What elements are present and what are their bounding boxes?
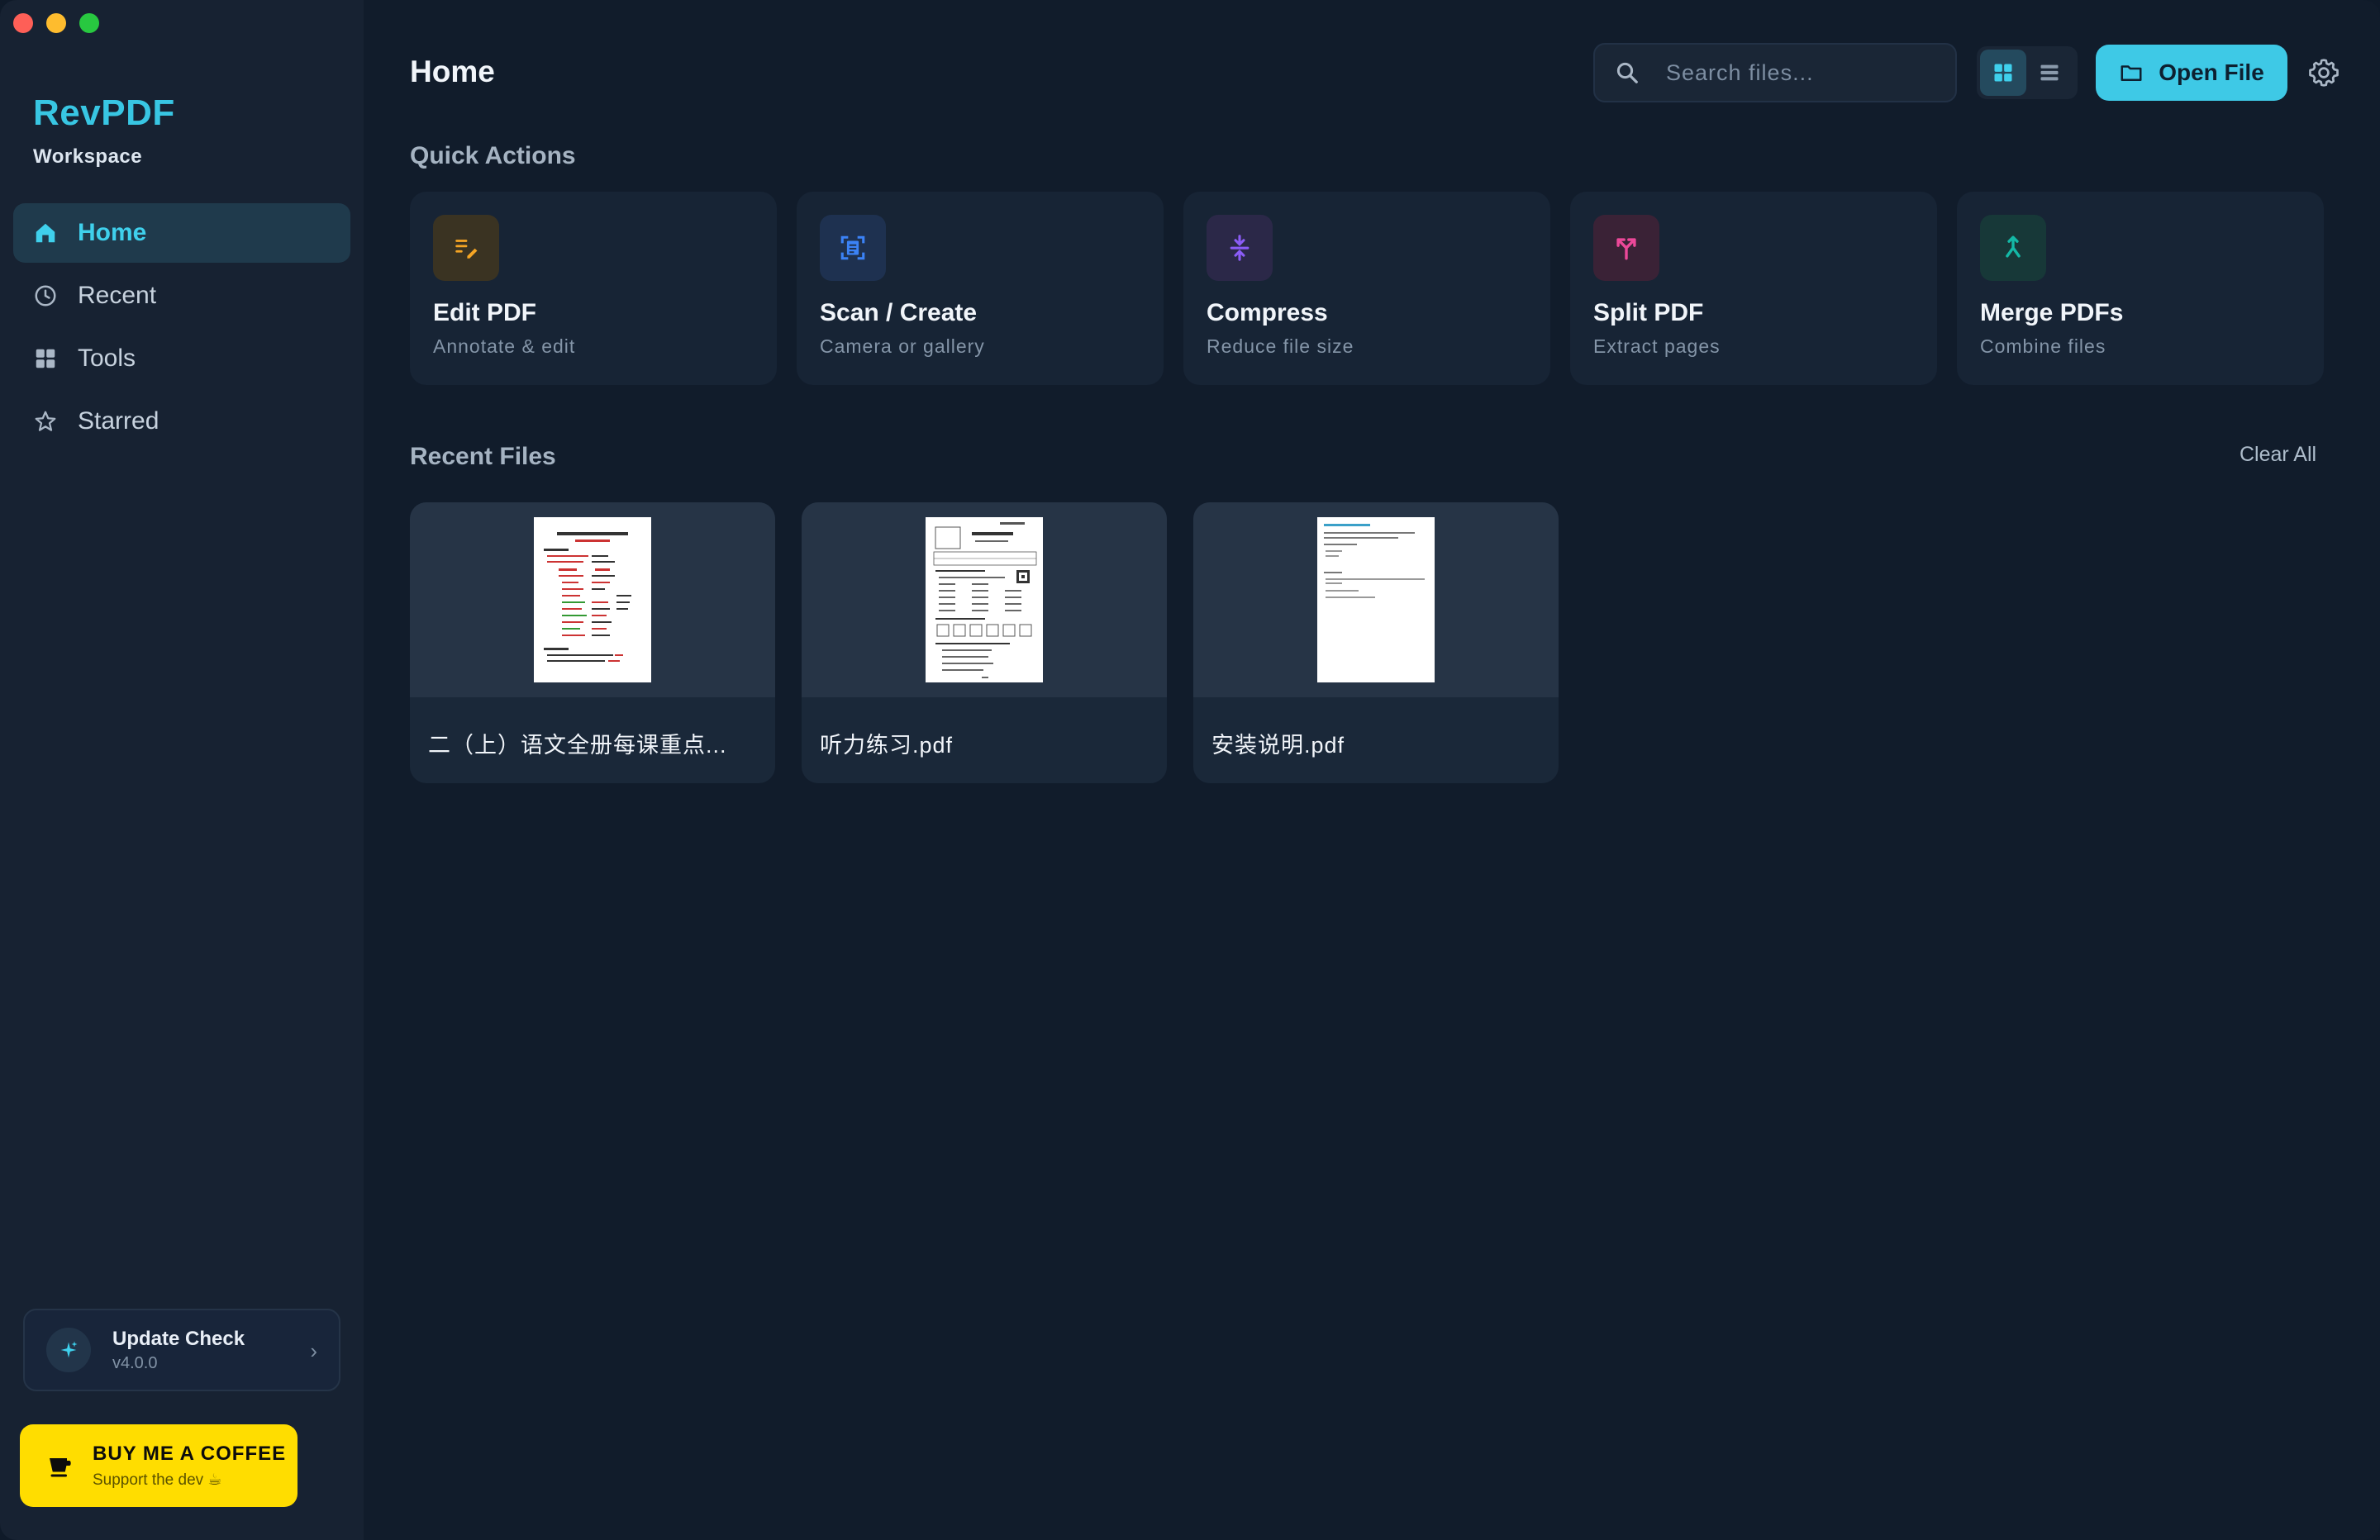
chevron-right-icon: › bbox=[310, 1338, 317, 1363]
quick-action-compress[interactable]: Compress Reduce file size bbox=[1183, 192, 1550, 385]
brand: RevPDF Workspace bbox=[33, 93, 175, 169]
sidebar-item-tools[interactable]: Tools bbox=[13, 329, 350, 388]
list-view-icon bbox=[2040, 64, 2059, 81]
quick-action-title: Split PDF bbox=[1593, 299, 1704, 326]
pdf-page-thumbnail bbox=[926, 517, 1043, 682]
folder-icon bbox=[2121, 65, 2142, 81]
home-icon bbox=[33, 221, 58, 245]
app-window: RevPDF Workspace Home Recent Tools Starr… bbox=[0, 0, 2380, 1540]
coffee-title: BUY ME A COFFEE bbox=[93, 1442, 287, 1465]
quick-action-title: Scan / Create bbox=[820, 299, 978, 326]
clear-all-button[interactable]: Clear All bbox=[2240, 443, 2316, 467]
search-icon bbox=[1616, 62, 1638, 83]
star-icon bbox=[33, 409, 58, 434]
quick-action-edit-pdf[interactable]: Edit PDF Annotate & edit bbox=[410, 192, 777, 385]
compress-icon bbox=[1207, 215, 1273, 281]
recent-files-grid: 二（上）语文全册每课重点... 听力练习.pdf 安装说明.pdf bbox=[410, 502, 1559, 783]
minimize-window-button[interactable] bbox=[46, 13, 66, 33]
quick-action-scan-create[interactable]: Scan / Create Camera or gallery bbox=[797, 192, 1164, 385]
open-file-button[interactable]: Open File bbox=[2096, 45, 2287, 101]
open-file-label: Open File bbox=[2159, 59, 2264, 85]
file-name: 听力练习.pdf bbox=[820, 733, 954, 758]
sidebar-item-label: Home bbox=[78, 219, 147, 246]
scan-icon bbox=[820, 215, 886, 281]
pdf-page-thumbnail bbox=[1317, 517, 1435, 682]
sparkle-icon bbox=[46, 1328, 91, 1372]
coffee-subtitle: Support the dev ☕ bbox=[93, 1471, 222, 1489]
grid-view-icon bbox=[1994, 64, 2012, 82]
split-icon bbox=[1593, 215, 1659, 281]
grid-icon bbox=[33, 346, 58, 371]
maximize-window-button[interactable] bbox=[79, 13, 99, 33]
file-thumbnail bbox=[802, 502, 1167, 697]
quick-actions-title: Quick Actions bbox=[410, 142, 576, 169]
file-card[interactable]: 二（上）语文全册每课重点... bbox=[410, 502, 775, 783]
brand-name: RevPDF bbox=[33, 93, 175, 133]
search-input[interactable] bbox=[1666, 59, 1914, 86]
page-title: Home bbox=[410, 55, 495, 88]
quick-action-title: Edit PDF bbox=[433, 299, 536, 326]
gear-icon[interactable] bbox=[2309, 58, 2339, 88]
main-content: Home Open File Quick Actions bbox=[364, 0, 2380, 1540]
quick-action-split-pdf[interactable]: Split PDF Extract pages bbox=[1570, 192, 1937, 385]
close-window-button[interactable] bbox=[13, 13, 33, 33]
clock-icon bbox=[33, 283, 58, 308]
quick-action-subtitle: Extract pages bbox=[1593, 335, 1721, 357]
file-name: 安装说明.pdf bbox=[1211, 733, 1345, 758]
file-card[interactable]: 安装说明.pdf bbox=[1193, 502, 1559, 783]
version-label: v4.0.0 bbox=[112, 1353, 158, 1372]
sidebar-item-label: Tools bbox=[78, 345, 136, 372]
list-view-button[interactable] bbox=[2026, 50, 2073, 96]
sidebar-item-label: Recent bbox=[78, 282, 157, 309]
quick-action-title: Merge PDFs bbox=[1980, 299, 2124, 326]
update-title: Update Check bbox=[112, 1327, 245, 1350]
sidebar: RevPDF Workspace Home Recent Tools Starr… bbox=[0, 0, 364, 1540]
file-name: 二（上）语文全册每课重点... bbox=[428, 733, 727, 758]
workspace-label: Workspace bbox=[33, 145, 143, 168]
view-toggle bbox=[1977, 46, 2078, 99]
file-card[interactable]: 听力练习.pdf bbox=[802, 502, 1167, 783]
sidebar-item-recent[interactable]: Recent bbox=[13, 266, 350, 326]
file-thumbnail bbox=[410, 502, 775, 697]
sidebar-item-starred[interactable]: Starred bbox=[13, 392, 350, 451]
window-controls bbox=[13, 13, 99, 33]
quick-action-subtitle: Camera or gallery bbox=[820, 335, 985, 357]
coffee-cup-icon bbox=[50, 1458, 71, 1477]
sidebar-nav: Home Recent Tools Starred bbox=[13, 203, 350, 454]
quick-action-title: Compress bbox=[1207, 299, 1328, 326]
quick-actions-row: Edit PDF Annotate & edit Scan / Create C… bbox=[410, 192, 2324, 385]
sidebar-item-label: Starred bbox=[78, 407, 159, 435]
file-thumbnail bbox=[1193, 502, 1559, 697]
grid-view-button[interactable] bbox=[1980, 50, 2026, 96]
update-check-button[interactable]: Update Check v4.0.0 › bbox=[23, 1309, 340, 1391]
quick-action-subtitle: Combine files bbox=[1980, 335, 2106, 357]
quick-action-merge-pdfs[interactable]: Merge PDFs Combine files bbox=[1957, 192, 2324, 385]
recent-files-title: Recent Files bbox=[410, 443, 556, 470]
merge-icon bbox=[1980, 215, 2046, 281]
search-box[interactable] bbox=[1593, 43, 1957, 102]
quick-action-subtitle: Annotate & edit bbox=[433, 335, 576, 357]
quick-action-subtitle: Reduce file size bbox=[1207, 335, 1354, 357]
sidebar-item-home[interactable]: Home bbox=[13, 203, 350, 263]
pencil-icon bbox=[433, 215, 499, 281]
buy-me-a-coffee-button[interactable]: BUY ME A COFFEE Support the dev ☕ bbox=[20, 1424, 298, 1507]
pdf-page-thumbnail bbox=[534, 517, 651, 682]
